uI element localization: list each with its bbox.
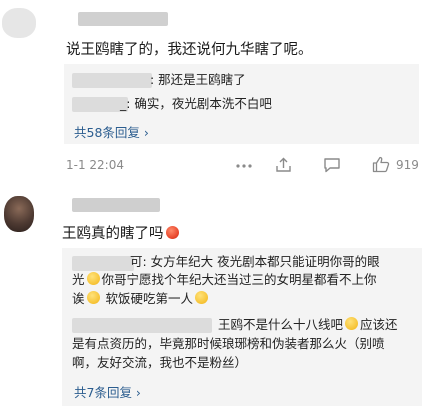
reply-preview-box[interactable]: 可: 女方年纪大 夜光剧本都只能证明你哥的眼 光 你哥宁愿找个年纪大还当过三的女明… xyxy=(62,248,422,406)
grin-emoji-icon xyxy=(86,272,100,285)
reply-text-line: 啊，友好交流，我也不是粉丝） xyxy=(72,355,248,370)
angry-emoji-icon xyxy=(165,226,179,239)
grin-emoji-icon xyxy=(86,291,100,304)
reply-text-line: 是有点资历的，毕竟那时候琅琊榜和伪装者那么火（别喷 xyxy=(72,336,385,351)
username-blurred[interactable] xyxy=(72,198,160,212)
comment-text-content: 王鸥真的瞎了吗 xyxy=(62,226,164,242)
reply-username-blurred xyxy=(72,256,134,271)
more-replies-link[interactable]: 共7条回复 › xyxy=(74,382,141,401)
reply-text-fragment: 软饭硬吃第一人 xyxy=(105,291,194,306)
reply-text-fragment: 光 xyxy=(72,272,85,287)
reply-text-line: 王鸥不是什么十八线吧 应该还 xyxy=(218,316,398,334)
reply-text-line: 诶 软饭硬吃第一人 xyxy=(72,290,209,308)
reply-username-blurred xyxy=(72,318,212,333)
reply-text-fragment: 诶 xyxy=(72,291,85,306)
reply-text-fragment: 王鸥不是什么十八线吧 xyxy=(218,317,344,332)
grin-emoji-icon xyxy=(195,291,209,304)
laugh-emoji-icon xyxy=(345,317,359,330)
avatar[interactable] xyxy=(4,196,34,232)
comment-2: 王鸥真的瞎了吗 可: 女方年纪大 夜光剧本都只能证明你哥的眼 光 你哥宁愿找个年纪… xyxy=(0,0,431,412)
reply-text-line: 可: 女方年纪大 夜光剧本都只能证明你哥的眼 xyxy=(130,254,380,269)
reply-text-fragment: 你哥宁愿找个年纪大还当过三的女明星都看不上你 xyxy=(101,272,377,287)
reply-text-fragment: 应该还 xyxy=(360,317,398,332)
reply-text-line: 光 你哥宁愿找个年纪大还当过三的女明星都看不上你 xyxy=(72,271,377,289)
comment-text: 王鸥真的瞎了吗 xyxy=(62,224,179,244)
